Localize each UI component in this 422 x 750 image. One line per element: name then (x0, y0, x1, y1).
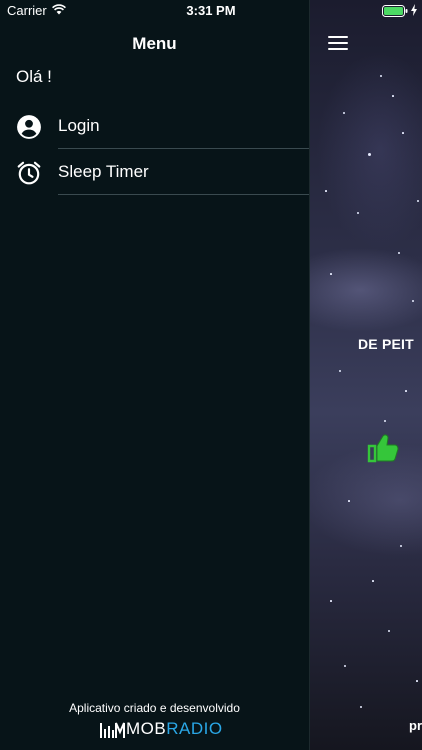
clock: 3:31 PM (186, 3, 236, 18)
star (416, 680, 418, 682)
star (372, 580, 374, 582)
side-drawer: Menu Olá ! Login Sleep Timer Aplicativo … (0, 0, 310, 750)
star (357, 212, 359, 214)
battery-icon (382, 5, 408, 17)
divider (58, 194, 309, 195)
star (368, 153, 371, 156)
charging-bolt-icon (411, 4, 417, 16)
menu-title: Menu (132, 34, 177, 53)
equalizer-icon (100, 722, 125, 738)
hamburger-icon[interactable] (328, 36, 348, 50)
menu-item-sleep-timer[interactable]: Sleep Timer (0, 149, 309, 195)
account-circle-icon (17, 115, 41, 139)
star (384, 420, 386, 422)
bottom-text: pr (409, 718, 422, 733)
thumbs-up-icon[interactable] (366, 431, 400, 465)
star (344, 665, 346, 667)
logo-suffix: RADIO (166, 719, 223, 738)
star (405, 390, 407, 392)
star (392, 95, 394, 97)
star (417, 200, 419, 202)
status-bar: Carrier 3:31 PM (0, 0, 422, 22)
alarm-clock-icon (17, 161, 41, 185)
menu-item-label: Login (58, 116, 100, 135)
greeting-text: Olá ! (16, 67, 52, 86)
star (380, 75, 382, 77)
mobradio-logo: MOB RADIO (100, 719, 223, 739)
star (360, 706, 362, 708)
star (330, 600, 332, 602)
credit-text: Aplicativo criado e desenvolvido (69, 701, 240, 715)
logo-prefix: MOB (126, 719, 167, 738)
star (339, 370, 341, 372)
star (412, 300, 414, 302)
star (402, 132, 404, 134)
star (330, 273, 332, 275)
star (325, 190, 327, 192)
star (348, 500, 350, 502)
star (343, 112, 345, 114)
star (398, 252, 400, 254)
star (400, 545, 402, 547)
star (388, 630, 390, 632)
menu-item-login[interactable]: Login (0, 103, 309, 149)
menu-item-label: Sleep Timer (58, 162, 149, 181)
station-title: DE PEIT (358, 336, 414, 352)
